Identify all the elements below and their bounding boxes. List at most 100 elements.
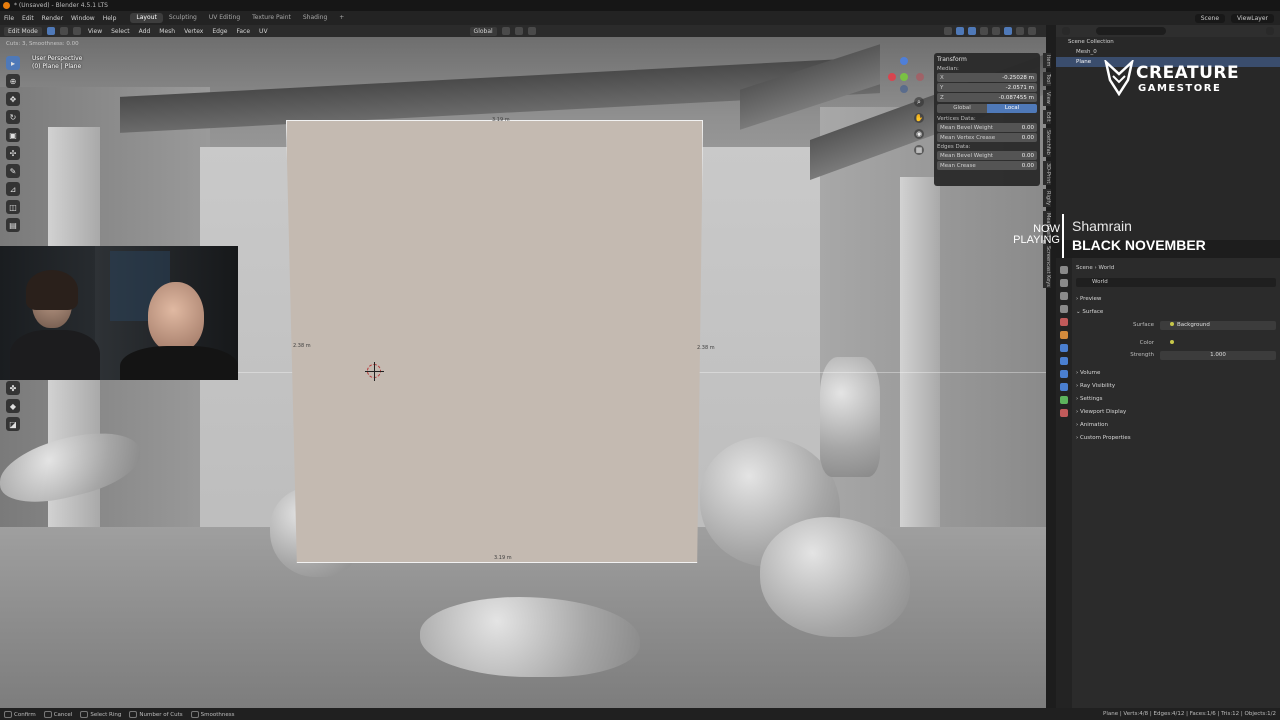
view-layer-properties-icon[interactable] xyxy=(1060,305,1068,313)
proportional-edit-icon[interactable] xyxy=(527,27,536,35)
data-properties-icon[interactable] xyxy=(1060,396,1068,404)
wireframe-shading-icon[interactable] xyxy=(992,27,1000,35)
z-axis-icon[interactable] xyxy=(900,57,908,65)
physics-properties-icon[interactable] xyxy=(1060,370,1068,378)
move-icon[interactable]: ✥ xyxy=(6,92,20,106)
annotate-icon[interactable]: ✎ xyxy=(6,164,20,178)
section-custom-properties[interactable]: › Custom Properties xyxy=(1076,432,1276,445)
filter-icon[interactable] xyxy=(1266,27,1274,35)
sidebar-tab-tool[interactable]: Tool xyxy=(1043,72,1051,87)
solid-shading-icon[interactable] xyxy=(1004,27,1012,35)
cursor-icon[interactable]: ⊕ xyxy=(6,74,20,88)
3d-cursor-icon[interactable] xyxy=(365,362,384,381)
tab-layout[interactable]: Layout xyxy=(130,13,163,23)
output-properties-icon[interactable] xyxy=(1060,292,1068,300)
surface-shader-field[interactable]: Background xyxy=(1160,320,1276,330)
orientation-selector[interactable]: Global xyxy=(469,26,497,36)
menu-face[interactable]: Face xyxy=(234,28,252,35)
selected-plane-mesh[interactable] xyxy=(286,120,703,563)
x-axis-icon[interactable] xyxy=(888,73,896,81)
menu-file[interactable]: File xyxy=(0,15,18,22)
face-select-icon[interactable] xyxy=(72,27,81,35)
sidebar-tab-screencast-keys[interactable]: Screencast Keys xyxy=(1043,243,1051,289)
material-shading-icon[interactable] xyxy=(1016,27,1024,35)
tab-sculpting[interactable]: Sculpting xyxy=(163,13,203,23)
rotate-icon[interactable]: ↻ xyxy=(6,110,20,124)
world-properties-icon[interactable] xyxy=(1060,318,1068,326)
particles-properties-icon[interactable] xyxy=(1060,357,1068,365)
section-surface[interactable]: ⌄ Surface xyxy=(1076,306,1276,319)
pan-hand-icon[interactable]: ✋ xyxy=(914,113,924,123)
add-cube-icon[interactable]: ◫ xyxy=(6,200,20,214)
add-workspace-button[interactable]: + xyxy=(333,13,350,23)
edge-select-icon[interactable] xyxy=(59,27,68,35)
transform-icon[interactable]: ✣ xyxy=(6,146,20,160)
rip-icon[interactable]: ◪ xyxy=(6,417,20,431)
mean-bevel-weight-field[interactable]: Mean Bevel Weight 0.00 xyxy=(937,123,1037,132)
outliner-display-icon[interactable] xyxy=(1062,27,1070,35)
vertex-select-icon[interactable] xyxy=(46,27,55,35)
median-z-field[interactable]: Z -0.087455 m xyxy=(937,93,1037,102)
select-box-icon[interactable]: ▸ xyxy=(6,56,20,70)
rendered-shading-icon[interactable] xyxy=(1028,27,1036,35)
mean-crease-field[interactable]: Mean Crease 0.00 xyxy=(937,161,1037,170)
modifier-properties-icon[interactable] xyxy=(1060,344,1068,352)
scale-icon[interactable]: ▣ xyxy=(6,128,20,142)
breadcrumb-world[interactable]: World xyxy=(1098,265,1114,271)
world-datablock-field[interactable]: World xyxy=(1076,278,1276,287)
xray-icon[interactable] xyxy=(980,27,988,35)
snap-icon[interactable] xyxy=(514,27,523,35)
tab-texture-paint[interactable]: Texture Paint xyxy=(246,13,297,23)
section-preview[interactable]: › Preview xyxy=(1076,293,1276,306)
outliner-scene-collection[interactable]: Scene Collection xyxy=(1056,37,1280,47)
menu-edge[interactable]: Edge xyxy=(210,28,229,35)
mode-selector[interactable]: Edit Mode xyxy=(4,26,42,36)
breadcrumb-scene[interactable]: Scene xyxy=(1076,265,1093,271)
strength-field[interactable]: 1.000 xyxy=(1160,350,1276,360)
menu-help[interactable]: Help xyxy=(99,15,121,22)
median-x-field[interactable]: X -0.25028 m xyxy=(937,73,1037,82)
spin-icon[interactable]: ✤ xyxy=(6,381,20,395)
grid-ortho-icon[interactable]: ▦ xyxy=(914,145,924,155)
outliner-item-mesh[interactable]: Mesh_0 xyxy=(1056,47,1280,57)
constraints-properties-icon[interactable] xyxy=(1060,383,1068,391)
sidebar-tab-rigify[interactable]: Rigify xyxy=(1043,188,1051,207)
edge-bevel-weight-field[interactable]: Mean Bevel Weight 0.00 xyxy=(937,151,1037,160)
menu-add[interactable]: Add xyxy=(137,28,153,35)
global-space-button[interactable]: Global xyxy=(937,104,987,113)
tab-uv-editing[interactable]: UV Editing xyxy=(203,13,246,23)
section-settings[interactable]: › Settings xyxy=(1076,393,1276,406)
tool-properties-icon[interactable] xyxy=(1060,266,1068,274)
menu-view[interactable]: View xyxy=(86,28,104,35)
render-properties-icon[interactable] xyxy=(1060,279,1068,287)
navigation-gizmo[interactable] xyxy=(882,55,928,101)
section-volume[interactable]: › Volume xyxy=(1076,367,1276,380)
section-ray-visibility[interactable]: › Ray Visibility xyxy=(1076,380,1276,393)
sidebar-tab-item[interactable]: Item xyxy=(1043,53,1051,69)
zoom-icon[interactable]: ⌕ xyxy=(914,97,924,107)
neg-z-axis-icon[interactable] xyxy=(900,85,908,93)
shear-icon[interactable]: ◆ xyxy=(6,399,20,413)
median-y-field[interactable]: Y -2.0571 m xyxy=(937,83,1037,92)
scene-selector[interactable]: Scene xyxy=(1194,13,1226,23)
sidebar-tab-sketchfab[interactable]: Sketchfab xyxy=(1043,127,1051,157)
sidebar-tab-3d-print[interactable]: 3D-Print xyxy=(1043,160,1051,185)
material-properties-icon[interactable] xyxy=(1060,409,1068,417)
outliner-search-input[interactable] xyxy=(1096,27,1166,35)
menu-select[interactable]: Select xyxy=(109,28,132,35)
extrude-icon[interactable]: ▤ xyxy=(6,218,20,232)
section-animation[interactable]: › Animation xyxy=(1076,419,1276,432)
color-field[interactable] xyxy=(1160,339,1276,348)
section-viewport-display[interactable]: › Viewport Display xyxy=(1076,406,1276,419)
mean-vertex-crease-field[interactable]: Mean Vertex Crease 0.00 xyxy=(937,133,1037,142)
tab-shading[interactable]: Shading xyxy=(297,13,333,23)
menu-window[interactable]: Window xyxy=(67,15,99,22)
sidebar-tab-edit[interactable]: Edit xyxy=(1043,109,1051,124)
menu-edit[interactable]: Edit xyxy=(18,15,38,22)
local-space-button[interactable]: Local xyxy=(987,104,1037,113)
visibility-icon[interactable] xyxy=(944,27,952,35)
neg-x-axis-icon[interactable] xyxy=(916,73,924,81)
view-layer-selector[interactable]: ViewLayer xyxy=(1231,13,1274,23)
gizmo-toggle-icon[interactable] xyxy=(956,27,964,35)
overlay-toggle-icon[interactable] xyxy=(968,27,976,35)
